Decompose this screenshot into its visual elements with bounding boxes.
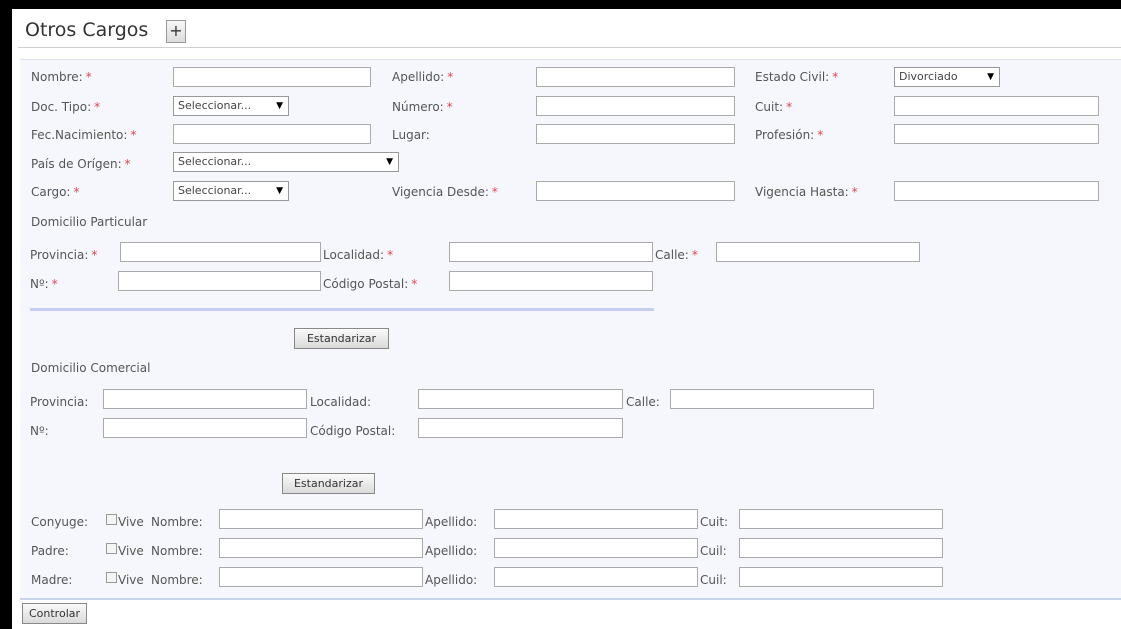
madre-vive-checkbox[interactable] (106, 572, 117, 583)
dp-numero-label: Nº: * (30, 277, 58, 291)
padre-apellido-label: Apellido: (425, 544, 478, 558)
padre-vive-label: Vive (118, 544, 144, 558)
domicilio-comercial-title: Domicilio Comercial (31, 361, 151, 375)
pais-origen-select[interactable]: Seleccionar... ▼ (173, 152, 399, 172)
madre-label: Madre: (31, 573, 73, 587)
dc-numero-field[interactable] (103, 418, 307, 438)
fec-nacimiento-label: Fec.Nacimiento: * (31, 128, 137, 142)
profesion-field[interactable] (894, 124, 1099, 144)
numero-label: Número: * (392, 100, 453, 114)
padre-cuil-field[interactable] (739, 538, 943, 558)
title-divider (18, 47, 1121, 48)
profesion-label: Profesión: * (755, 128, 824, 142)
chevron-down-icon: ▼ (987, 72, 994, 82)
fec-nacimiento-field[interactable] (173, 124, 371, 144)
cargo-value: Seleccionar... (178, 184, 252, 197)
padre-label: Padre: (31, 544, 69, 558)
madre-apellido-label: Apellido: (425, 573, 478, 587)
vigencia-hasta-field[interactable] (894, 181, 1099, 201)
section-divider (30, 308, 654, 311)
estado-civil-value: Divorciado (899, 70, 958, 83)
vigencia-hasta-label: Vigencia Hasta: * (755, 185, 858, 199)
dc-codigo-postal-label: Código Postal: (310, 424, 396, 438)
madre-cuil-label: Cuil: (700, 573, 727, 587)
vigencia-desde-label: Vigencia Desde: * (392, 185, 498, 199)
domicilio-particular-title: Domicilio Particular (31, 215, 148, 229)
cargo-select[interactable]: Seleccionar... ▼ (173, 181, 289, 201)
lugar-field[interactable] (536, 124, 735, 144)
chevron-down-icon: ▼ (276, 101, 283, 111)
madre-apellido-field[interactable] (494, 567, 698, 587)
apellido-label: Apellido: * (392, 70, 454, 84)
pais-origen-label: País de Orígen: * (31, 157, 131, 171)
apellido-field[interactable] (536, 67, 735, 87)
conyuge-nombre-label: Nombre: (151, 515, 203, 529)
controlar-button[interactable]: Controlar (22, 603, 87, 624)
add-cargo-button[interactable]: + (166, 20, 186, 43)
dp-codigo-postal-label: Código Postal: * (323, 277, 418, 291)
estado-civil-label: Estado Civil: * (755, 70, 839, 84)
dp-localidad-label: Localidad: * (323, 248, 394, 262)
cargo-label: Cargo: * (31, 185, 80, 199)
dc-codigo-postal-field[interactable] (418, 418, 623, 438)
form-bottom-divider (20, 598, 1121, 600)
dc-numero-label: Nº: (30, 424, 49, 438)
padre-nombre-label: Nombre: (151, 544, 203, 558)
conyuge-apellido-label: Apellido: (425, 515, 478, 529)
estado-civil-select[interactable]: Divorciado ▼ (894, 67, 1000, 87)
vigencia-desde-field[interactable] (536, 181, 735, 201)
doc-tipo-select[interactable]: Seleccionar... ▼ (173, 96, 289, 116)
dp-calle-label: Calle: * (655, 248, 698, 262)
conyuge-cuit-label: Cuit: (700, 515, 729, 529)
conyuge-vive-checkbox[interactable] (106, 514, 117, 525)
dc-localidad-field[interactable] (418, 389, 623, 409)
dc-localidad-label: Localidad: (310, 395, 372, 409)
conyuge-label: Conyuge: (31, 515, 89, 529)
estandarizar-particular-button[interactable]: Estandarizar (294, 328, 389, 349)
dp-provincia-field[interactable] (120, 242, 321, 262)
lugar-label: Lugar: (392, 128, 430, 142)
dc-provincia-label: Provincia: (30, 395, 89, 409)
dp-calle-field[interactable] (716, 242, 920, 262)
doc-tipo-value: Seleccionar... (178, 99, 252, 112)
madre-vive-label: Vive (118, 573, 144, 587)
madre-nombre-label: Nombre: (151, 573, 203, 587)
padre-nombre-field[interactable] (219, 538, 423, 558)
estandarizar-comercial-button[interactable]: Estandarizar (282, 473, 375, 494)
pais-origen-value: Seleccionar... (178, 155, 252, 168)
chevron-down-icon: ▼ (276, 186, 283, 196)
madre-nombre-field[interactable] (219, 567, 423, 587)
cuit-label: Cuit: * (755, 100, 793, 114)
numero-field[interactable] (536, 96, 735, 116)
padre-vive-checkbox[interactable] (106, 543, 117, 554)
nombre-label: Nombre: * (31, 70, 92, 84)
page-title: Otros Cargos (25, 19, 149, 41)
conyuge-apellido-field[interactable] (494, 509, 698, 529)
conyuge-vive-label: Vive (118, 515, 144, 529)
dc-provincia-field[interactable] (103, 389, 307, 409)
dp-codigo-postal-field[interactable] (449, 271, 653, 291)
padre-apellido-field[interactable] (494, 538, 698, 558)
dc-calle-label: Calle: (626, 395, 660, 409)
conyuge-nombre-field[interactable] (219, 509, 423, 529)
padre-cuil-label: Cuil: (700, 544, 727, 558)
dc-calle-field[interactable] (670, 389, 874, 409)
dp-provincia-label: Provincia: * (30, 248, 98, 262)
chevron-down-icon: ▼ (386, 157, 393, 167)
dp-numero-field[interactable] (118, 271, 321, 291)
dp-localidad-field[interactable] (449, 242, 653, 262)
doc-tipo-label: Doc. Tipo: * (31, 100, 101, 114)
nombre-field[interactable] (173, 67, 371, 87)
madre-cuil-field[interactable] (739, 567, 943, 587)
conyuge-cuit-field[interactable] (739, 509, 943, 529)
cuit-field[interactable] (894, 96, 1099, 116)
